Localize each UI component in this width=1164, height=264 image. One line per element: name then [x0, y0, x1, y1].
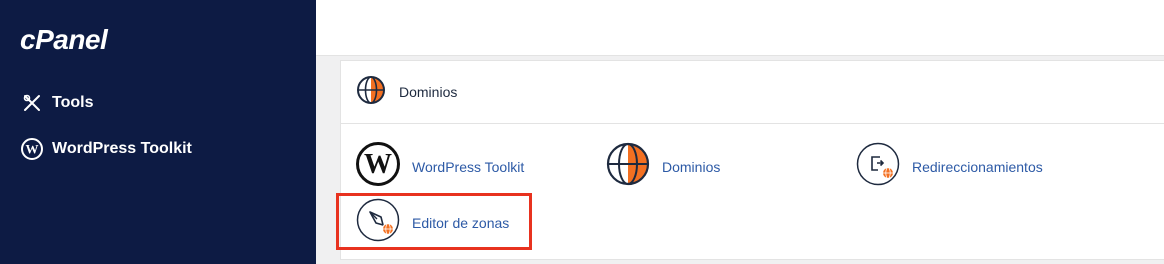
tool-label: Dominios [662, 158, 721, 175]
sidebar-item-label: Tools [52, 94, 94, 111]
sidebar-item-label: WordPress Toolkit [52, 140, 192, 157]
cpanel-logo[interactable]: cPanel [20, 24, 108, 56]
sidebar-item-tools[interactable]: Tools [20, 91, 93, 115]
top-bar [316, 0, 1164, 56]
wordpress-icon: W [356, 142, 400, 191]
svg-text:W: W [364, 149, 392, 180]
tool-dominios[interactable]: Dominios [606, 142, 720, 191]
redirect-icon [856, 142, 900, 191]
tool-label: Editor de zonas [412, 214, 510, 231]
panel-header-dominios[interactable]: Dominios [341, 61, 1164, 124]
tool-label: Redireccionamientos [912, 158, 1043, 175]
zone-editor-icon [356, 198, 400, 247]
tool-wordpress-toolkit[interactable]: W WordPress Toolkit [356, 142, 524, 191]
sidebar: cPanel Tools W WordPress Toolkit [0, 0, 316, 264]
svg-text:W: W [26, 142, 39, 157]
sidebar-item-wordpress-toolkit[interactable]: W WordPress Toolkit [20, 137, 192, 161]
tools-icon [20, 91, 44, 115]
tool-editor-de-zonas[interactable]: Editor de zonas [356, 198, 509, 247]
wordpress-icon: W [20, 137, 44, 161]
globe-icon [606, 142, 650, 191]
globe-icon [357, 75, 385, 109]
tool-label: WordPress Toolkit [412, 158, 525, 175]
panel-title: Dominios [399, 84, 458, 100]
tool-redireccionamientos[interactable]: Redireccionamientos [856, 142, 1043, 191]
